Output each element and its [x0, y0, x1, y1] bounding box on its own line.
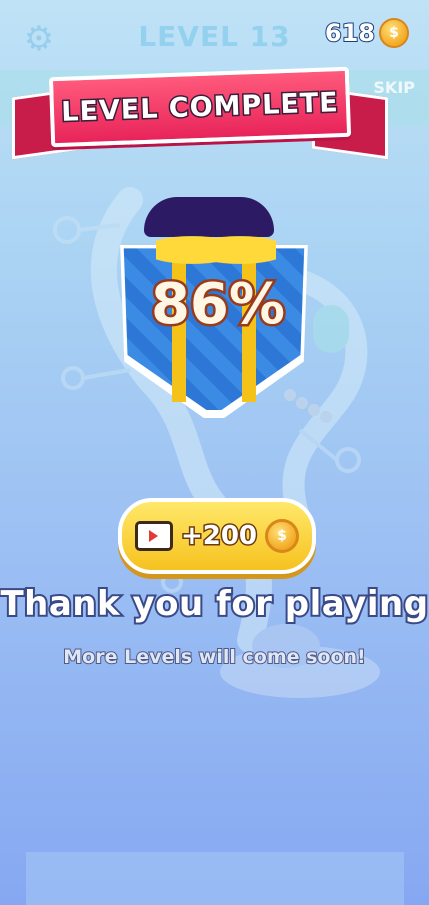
video-play-icon [134, 521, 173, 551]
coin-icon: $ [265, 519, 300, 553]
banner-title: LEVEL COMPLETE [59, 85, 340, 129]
more-levels-subtitle: More Levels will come soon! [62, 645, 366, 669]
bottom-banner-area [26, 852, 404, 905]
coin-counter: 618 $ [324, 18, 409, 48]
ribbon-body: LEVEL COMPLETE [48, 66, 352, 148]
thank-you-title: Thank you for playing [0, 582, 429, 626]
gift-progress-percent: 86% [148, 270, 287, 340]
gift-box-progress: 86% [112, 192, 324, 420]
coin-icon: $ [379, 18, 409, 48]
coin-count: 618 [324, 18, 376, 48]
reward-amount: +200 [179, 520, 258, 553]
level-complete-banner: LEVEL COMPLETE [6, 64, 394, 160]
watch-ad-reward-button[interactable]: +200 $ [118, 498, 316, 574]
gift-bow-icon [156, 226, 276, 266]
